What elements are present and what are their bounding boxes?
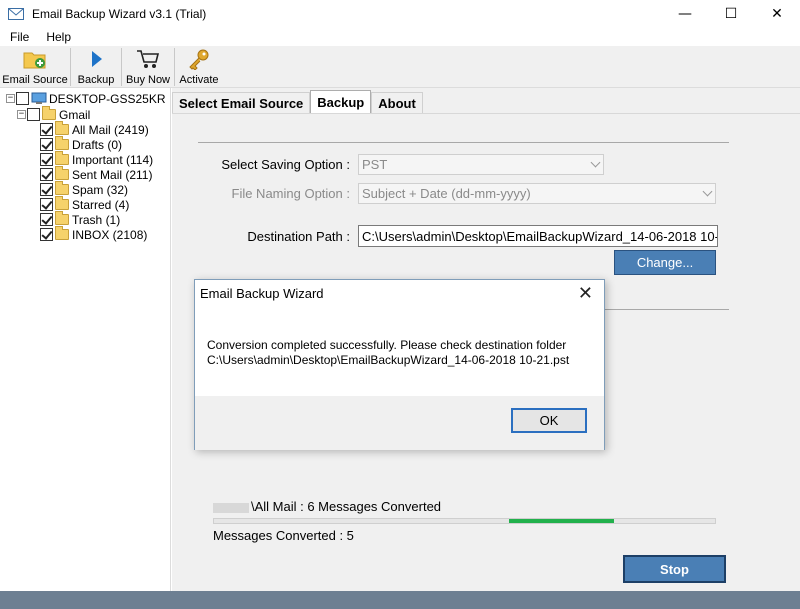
naming-option-label: File Naming Option : — [231, 186, 351, 201]
menu-bar: File Help — [0, 28, 800, 46]
dialog-message-line2: C:\Users\admin\Desktop\EmailBackupWizard… — [207, 353, 570, 367]
saving-option-value: PST — [362, 157, 388, 172]
tab-backup[interactable]: Backup — [310, 90, 372, 113]
status-bar — [0, 591, 800, 609]
conversion-status: \All Mail : 6 Messages Converted — [213, 499, 441, 514]
folder-icon — [55, 136, 69, 150]
close-window-button[interactable]: ✕ — [754, 0, 800, 28]
ok-button[interactable]: OK — [511, 408, 587, 433]
backup-button[interactable]: Backup — [71, 46, 121, 88]
tree-account[interactable]: − Gmail — [17, 106, 91, 122]
folder-label: Important (114) — [72, 152, 154, 167]
backup-label: Backup — [77, 74, 115, 86]
tree-folder-item[interactable]: Starred (4) — [40, 196, 130, 212]
tree-folder-item[interactable]: INBOX (2108) — [40, 226, 148, 242]
window-title: Email Backup Wizard v3.1 (Trial) — [32, 7, 207, 21]
stop-button[interactable]: Stop — [623, 555, 726, 583]
minimize-button[interactable]: — — [662, 0, 708, 28]
folder-icon — [55, 151, 69, 165]
folder-label: Starred (4) — [72, 197, 130, 212]
folder-checkbox[interactable] — [40, 228, 53, 241]
play-icon — [84, 48, 108, 70]
buy-now-button[interactable]: Buy Now — [122, 46, 174, 88]
folder-checkbox[interactable] — [40, 138, 53, 151]
naming-option-select[interactable]: Subject + Date (dd-mm-yyyy) — [358, 183, 716, 204]
folder-checkbox[interactable] — [40, 153, 53, 166]
folder-icon — [55, 181, 69, 195]
progress-fill — [509, 519, 614, 523]
folder-checkbox[interactable] — [40, 123, 53, 136]
folder-tree: − DESKTOP-GSS25KR − Gmail All Mail (2419… — [0, 88, 171, 591]
email-source-label: Email Source — [2, 74, 68, 86]
change-button[interactable]: Change... — [614, 250, 716, 275]
folder-icon — [55, 196, 69, 210]
tree-folder-item[interactable]: All Mail (2419) — [40, 121, 149, 137]
message-dialog: Email Backup Wizard ✕ Conversion complet… — [194, 279, 605, 450]
messages-converted: Messages Converted : 5 — [213, 528, 354, 543]
dialog-message-line1: Conversion completed successfully. Pleas… — [207, 338, 567, 352]
dialog-title: Email Backup Wizard — [200, 286, 324, 301]
folder-icon — [55, 211, 69, 225]
destination-path-input[interactable]: C:\Users\admin\Desktop\EmailBackupWizard… — [358, 225, 718, 247]
folder-checkbox[interactable] — [40, 213, 53, 226]
dialog-close-button[interactable]: ✕ — [578, 283, 593, 304]
saving-option-select[interactable]: PST — [358, 154, 604, 175]
activate-button[interactable]: Activate — [175, 46, 223, 88]
buy-now-label: Buy Now — [125, 74, 171, 86]
folder-label: INBOX (2108) — [72, 227, 148, 242]
collapse-icon[interactable]: − — [6, 94, 15, 103]
folder-icon — [55, 226, 69, 240]
menu-file[interactable]: File — [3, 30, 36, 44]
divider — [198, 142, 729, 143]
computer-icon — [31, 92, 47, 105]
conversion-status-text: \All Mail : 6 Messages Converted — [251, 499, 442, 514]
folder-checkbox[interactable] — [40, 198, 53, 211]
folder-label: Trash (1) — [72, 212, 121, 227]
naming-option-value: Subject + Date (dd-mm-yyyy) — [362, 186, 531, 201]
tree-folder-item[interactable]: Sent Mail (211) — [40, 166, 153, 182]
email-source-button[interactable]: Email Source — [0, 46, 70, 88]
folder-add-icon — [23, 48, 47, 70]
progress-bar — [213, 518, 716, 524]
tab-select-email-source[interactable]: Select Email Source — [172, 92, 311, 113]
chevron-down-icon — [590, 157, 601, 168]
redacted-account-name — [213, 502, 249, 513]
key-icon — [187, 48, 211, 70]
tree-folder-item[interactable]: Spam (32) — [40, 181, 129, 197]
tree-account-label: Gmail — [59, 107, 91, 122]
saving-option-label: Select Saving Option : — [221, 157, 350, 172]
folder-icon — [55, 121, 69, 135]
collapse-icon[interactable]: − — [17, 110, 26, 119]
toolbar: Email Source Backup Buy Now Activate — [0, 46, 800, 88]
tree-folder-item[interactable]: Drafts (0) — [40, 136, 123, 152]
folder-checkbox[interactable] — [40, 168, 53, 181]
folder-checkbox[interactable] — [40, 183, 53, 196]
title-bar: Email Backup Wizard v3.1 (Trial) — ☐ ✕ — [0, 0, 800, 28]
tab-strip: Select Email Source Backup About — [172, 90, 423, 113]
menu-help[interactable]: Help — [39, 30, 78, 44]
folder-label: All Mail (2419) — [72, 122, 149, 137]
tree-account-checkbox[interactable] — [27, 108, 40, 121]
tree-folder-item[interactable]: Important (114) — [40, 151, 154, 167]
folder-icon — [55, 166, 69, 180]
tab-about[interactable]: About — [371, 92, 423, 113]
activate-label: Activate — [179, 74, 219, 86]
tree-root-label: DESKTOP-GSS25KR — [49, 91, 166, 106]
envelope-icon — [8, 8, 24, 20]
tree-root-checkbox[interactable] — [16, 92, 29, 105]
tree-folder-item[interactable]: Trash (1) — [40, 211, 121, 227]
destination-path-label: Destination Path : — [247, 229, 350, 244]
folder-icon — [42, 106, 56, 120]
tree-root[interactable]: − DESKTOP-GSS25KR — [6, 91, 165, 106]
cart-icon — [136, 48, 160, 70]
maximize-button[interactable]: ☐ — [708, 0, 754, 28]
chevron-down-icon — [702, 186, 713, 197]
folder-label: Sent Mail (211) — [72, 167, 153, 182]
dialog-message: Conversion completed successfully. Pleas… — [207, 338, 569, 368]
folder-label: Drafts (0) — [72, 137, 123, 152]
dialog-footer: OK — [195, 396, 604, 450]
folder-label: Spam (32) — [72, 182, 129, 197]
